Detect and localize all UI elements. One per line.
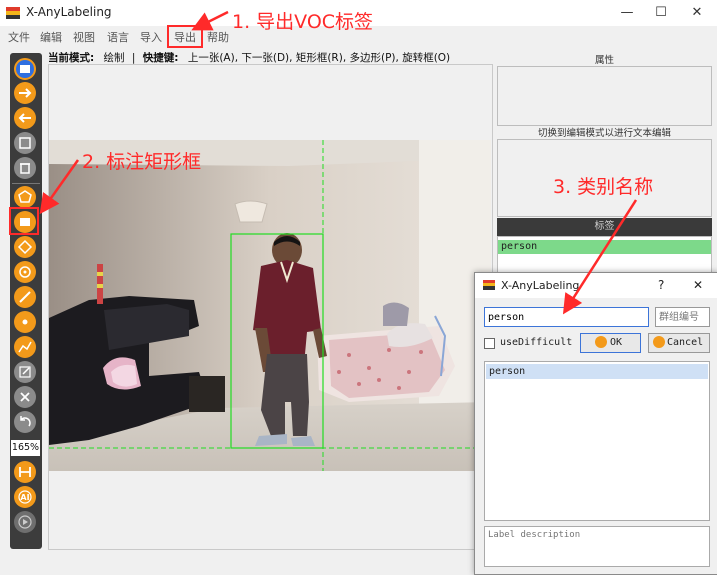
arrow-step2 (39, 159, 80, 215)
annotation-arrows (39, 10, 638, 315)
arrow-step3 (562, 199, 638, 315)
arrow-step1 (191, 10, 229, 31)
